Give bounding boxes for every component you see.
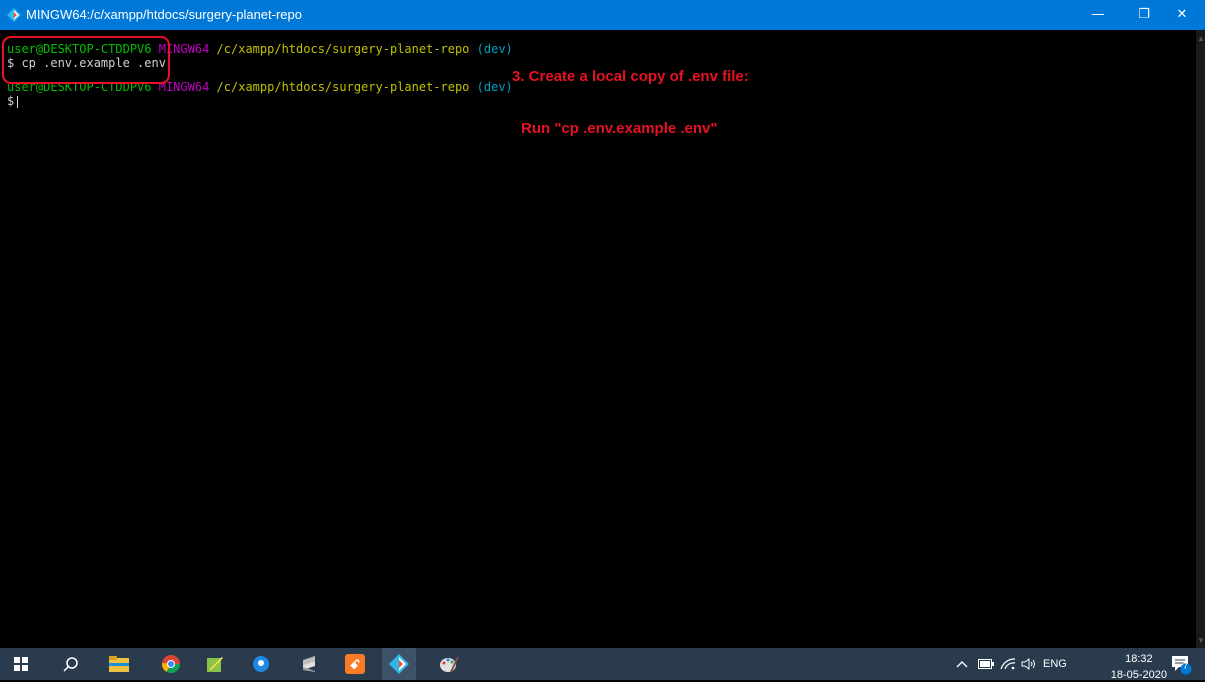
notification-count-badge: 7	[1183, 661, 1189, 671]
volume-icon[interactable]	[1021, 648, 1037, 680]
sublime-text-icon[interactable]	[292, 648, 326, 680]
clock-date: 18-05-2020	[1110, 669, 1167, 681]
window-title: MINGW64:/c/xampp/htdocs/surgery-planet-r…	[26, 7, 302, 22]
paint-icon[interactable]	[432, 648, 466, 680]
prompt-branch: (dev)	[476, 42, 513, 56]
xampp-icon[interactable]: ꗃ	[338, 648, 372, 680]
git-bash-icon[interactable]	[382, 648, 416, 680]
close-button[interactable]: ✕	[1159, 0, 1205, 30]
chrome-icon[interactable]	[154, 648, 188, 680]
git-bash-app-icon	[7, 8, 21, 22]
text-cursor	[17, 95, 19, 108]
prompt-branch: (dev)	[476, 80, 513, 94]
scroll-down-arrow-icon[interactable]: ▼	[1197, 636, 1205, 645]
window-titlebar: MINGW64:/c/xampp/htdocs/surgery-planet-r…	[0, 0, 1205, 30]
prompt-path: /c/xampp/htdocs/surgery-planet-repo	[216, 80, 470, 94]
prompt-path: /c/xampp/htdocs/surgery-planet-repo	[216, 42, 470, 56]
svg-text:ꗃ: ꗃ	[350, 658, 360, 673]
search-icon[interactable]	[54, 648, 88, 680]
terminal-scrollbar[interactable]: ▲ ▼	[1196, 30, 1205, 648]
file-explorer-icon[interactable]	[102, 648, 136, 680]
annotation-step-title: 3. Create a local copy of .env file:	[512, 68, 749, 85]
taskbar: ꗃ ENG 18:32 18-05-2020 7	[0, 648, 1205, 682]
notepad-plus-plus-icon[interactable]	[198, 648, 232, 680]
notification-center-icon[interactable]: 7	[1170, 648, 1192, 680]
annotation-step-instruction: Run "cp .env.example .env"	[521, 120, 718, 137]
minimize-button[interactable]: —	[1075, 0, 1121, 30]
input-line[interactable]: $	[7, 94, 19, 108]
wifi-icon[interactable]	[1000, 648, 1016, 680]
command-highlight-box	[2, 36, 170, 84]
maps-icon[interactable]	[244, 648, 278, 680]
battery-icon[interactable]	[978, 648, 994, 680]
prompt-symbol: $	[7, 94, 15, 108]
clock-time: 18:32	[1125, 653, 1153, 665]
tray-chevron-up-icon[interactable]	[956, 648, 968, 680]
language-indicator[interactable]: ENG	[1043, 648, 1067, 680]
windows-start-icon[interactable]	[4, 648, 38, 680]
scroll-up-arrow-icon[interactable]: ▲	[1197, 34, 1205, 43]
system-clock[interactable]: 18:32 18-05-2020	[1111, 651, 1167, 682]
